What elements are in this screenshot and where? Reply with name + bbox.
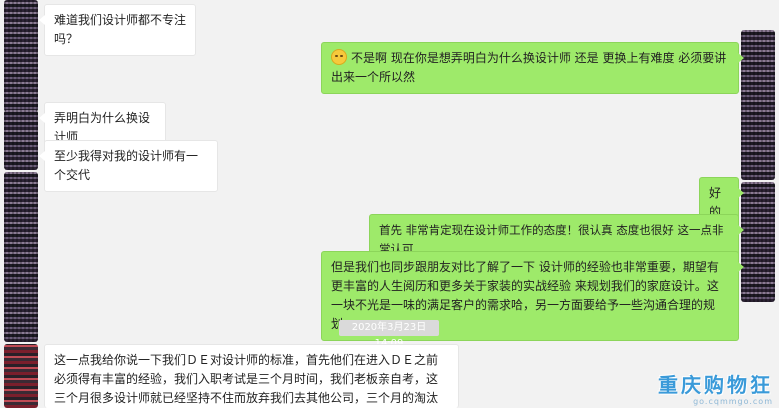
sad-face-emoji-icon bbox=[331, 49, 347, 65]
watermark: 重庆购物狂 go.cqmmgo.com bbox=[658, 373, 773, 406]
message-bubble-incoming[interactable]: 这一点我给你说一下我们ＤＥ对设计师的标准，首先他们在进入ＤＥ之前必须得有丰富的经… bbox=[44, 344, 459, 408]
contact-avatar[interactable] bbox=[4, 344, 38, 408]
message-text: 至少我得对我的设计师有一个交代 bbox=[54, 149, 199, 182]
contact-avatar[interactable] bbox=[4, 110, 38, 170]
message-bubble-incoming[interactable]: 难道我们设计师都不专注吗？ bbox=[39, 4, 196, 56]
self-avatar[interactable] bbox=[741, 182, 775, 302]
message-text: 这一点我给你说一下我们ＤＥ对设计师的标准，首先他们在进入ＤＥ之前必须得有丰富的经… bbox=[54, 353, 439, 405]
message-text: 不是啊 现在你是想弄明白为什么换设计师 还是 更换上有难度 必须要讲出来一个所以… bbox=[331, 51, 727, 84]
timestamp: 2020年3月23日 14:09 bbox=[339, 320, 439, 349]
watermark-url: go.cqmmgo.com bbox=[693, 397, 773, 406]
contact-avatar[interactable] bbox=[4, 0, 38, 112]
self-avatar[interactable] bbox=[741, 30, 775, 180]
message-text: 难道我们设计师都不专注吗？ bbox=[54, 13, 187, 46]
contact-avatar[interactable] bbox=[4, 172, 38, 342]
message-bubble-outgoing[interactable]: 不是啊 现在你是想弄明白为什么换设计师 还是 更换上有难度 必须要讲出来一个所以… bbox=[321, 42, 744, 94]
watermark-title: 重庆购物狂 bbox=[658, 373, 773, 397]
message-bubble-incoming[interactable]: 至少我得对我的设计师有一个交代 bbox=[39, 140, 218, 192]
